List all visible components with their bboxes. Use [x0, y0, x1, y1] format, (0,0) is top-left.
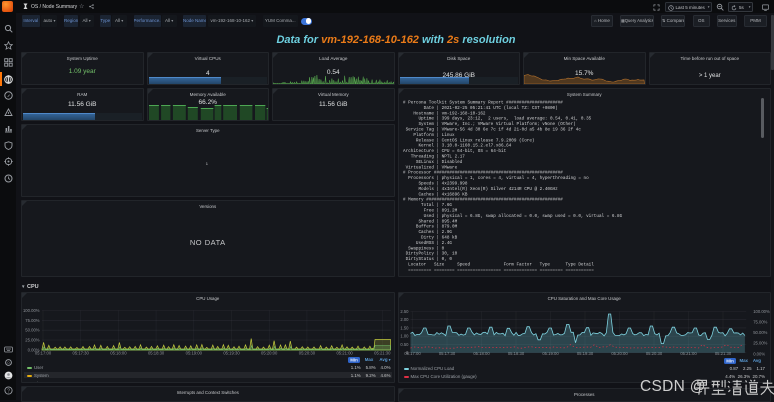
- svg-text:0.00%: 0.00%: [753, 351, 765, 356]
- svg-text:100.00%: 100.00%: [23, 308, 40, 313]
- svg-text:05:19:30: 05:19:30: [223, 351, 240, 356]
- svg-text:100.00%: 100.00%: [753, 309, 770, 314]
- svg-text:05:18:00: 05:18:00: [110, 351, 127, 356]
- svg-text:05:18:30: 05:18:30: [148, 351, 165, 356]
- svg-text:?: ?: [7, 388, 10, 394]
- svg-text:50.00%: 50.00%: [753, 330, 767, 335]
- svg-text:2.50: 2.50: [400, 309, 409, 314]
- svg-text:75.00%: 75.00%: [25, 318, 39, 323]
- svg-text:05:20:00: 05:20:00: [261, 351, 278, 356]
- svg-text:05:20:30: 05:20:30: [299, 351, 316, 356]
- svg-text:05:19:00: 05:19:00: [186, 351, 203, 356]
- svg-text:05:21:30: 05:21:30: [374, 351, 391, 356]
- svg-text:1.50: 1.50: [400, 325, 409, 330]
- svg-text:05:17:30: 05:17:30: [73, 351, 90, 356]
- svg-text:75.00%: 75.00%: [753, 320, 767, 325]
- svg-text:05:17:00: 05:17:00: [35, 351, 52, 356]
- svg-text:2.00: 2.00: [400, 317, 409, 322]
- svg-text:0.50: 0.50: [400, 342, 409, 347]
- svg-text:1.00: 1.00: [400, 334, 409, 339]
- svg-text:50.00%: 50.00%: [25, 328, 39, 333]
- svg-text:0: 0: [7, 360, 10, 365]
- svg-text:05:21:00: 05:21:00: [336, 351, 353, 356]
- svg-text:25.00%: 25.00%: [25, 338, 39, 343]
- svg-text:25.00%: 25.00%: [753, 341, 767, 346]
